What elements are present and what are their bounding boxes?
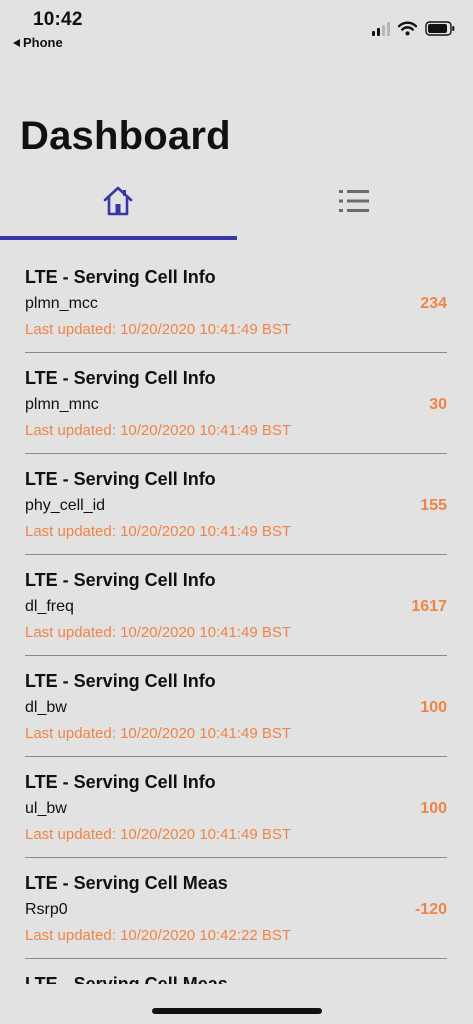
item-value: -120 bbox=[414, 901, 447, 918]
back-arrow-icon bbox=[13, 38, 20, 47]
cellular-signal-icon bbox=[372, 22, 390, 36]
back-to-phone-link[interactable]: Phone bbox=[13, 35, 63, 50]
status-icons bbox=[372, 18, 455, 36]
battery-icon bbox=[425, 21, 455, 36]
selected-tab-indicator bbox=[0, 236, 237, 240]
list-item[interactable]: LTE - Serving Cell Meas bbox=[25, 959, 447, 984]
status-time: 10:42 bbox=[33, 9, 83, 30]
item-title: LTE - Serving Cell Meas bbox=[25, 873, 228, 893]
list-item[interactable]: LTE - Serving Cell Info dl_freq 1617 Las… bbox=[25, 555, 447, 656]
status-bar: 10:42 Phone bbox=[0, 0, 473, 60]
back-link-label: Phone bbox=[23, 35, 63, 50]
item-value: 155 bbox=[420, 497, 447, 514]
item-key: dl_bw bbox=[25, 699, 67, 716]
item-updated: Last updated: 10/20/2020 10:42:22 BST bbox=[25, 927, 292, 944]
list-item[interactable]: LTE - Serving Cell Info phy_cell_id 155 … bbox=[25, 454, 447, 555]
item-key: plmn_mcc bbox=[25, 295, 98, 312]
item-value: 100 bbox=[420, 800, 447, 817]
item-title: LTE - Serving Cell Info bbox=[25, 267, 216, 287]
item-key: dl_freq bbox=[25, 598, 74, 615]
tab-bar bbox=[0, 165, 473, 241]
item-value: 100 bbox=[420, 699, 447, 716]
tab-home[interactable] bbox=[0, 165, 236, 237]
item-value: 234 bbox=[420, 295, 447, 312]
tab-list[interactable] bbox=[236, 165, 472, 237]
home-indicator-bar[interactable] bbox=[152, 1008, 322, 1014]
item-updated: Last updated: 10/20/2020 10:41:49 BST bbox=[25, 725, 292, 742]
item-updated: Last updated: 10/20/2020 10:41:49 BST bbox=[25, 826, 292, 843]
item-updated: Last updated: 10/20/2020 10:41:49 BST bbox=[25, 422, 292, 439]
item-updated: Last updated: 10/20/2020 10:41:49 BST bbox=[25, 523, 292, 540]
list-item[interactable]: LTE - Serving Cell Info plmn_mcc 234 Las… bbox=[25, 252, 447, 353]
list-item[interactable]: LTE - Serving Cell Info dl_bw 100 Last u… bbox=[25, 656, 447, 757]
page-title: Dashboard bbox=[20, 114, 231, 158]
item-title: LTE - Serving Cell Meas bbox=[25, 974, 228, 984]
dashboard-list[interactable]: LTE - Serving Cell Info plmn_mcc 234 Las… bbox=[25, 252, 447, 984]
item-value: 30 bbox=[429, 396, 447, 413]
item-value: 1617 bbox=[411, 598, 447, 615]
list-item[interactable]: LTE - Serving Cell Meas Rsrp0 -120 Last … bbox=[25, 858, 447, 959]
list-item[interactable]: LTE - Serving Cell Info plmn_mnc 30 Last… bbox=[25, 353, 447, 454]
item-key: Rsrp0 bbox=[25, 901, 68, 918]
item-updated: Last updated: 10/20/2020 10:41:49 BST bbox=[25, 624, 292, 641]
item-key: plmn_mnc bbox=[25, 396, 99, 413]
list-icon bbox=[339, 190, 369, 212]
item-updated: Last updated: 10/20/2020 10:41:49 BST bbox=[25, 321, 292, 338]
list-item[interactable]: LTE - Serving Cell Info ul_bw 100 Last u… bbox=[25, 757, 447, 858]
item-title: LTE - Serving Cell Info bbox=[25, 671, 216, 691]
item-key: phy_cell_id bbox=[25, 497, 106, 514]
home-icon bbox=[103, 186, 133, 216]
item-title: LTE - Serving Cell Info bbox=[25, 570, 216, 590]
item-key: ul_bw bbox=[25, 800, 67, 817]
item-title: LTE - Serving Cell Info bbox=[25, 772, 216, 792]
item-title: LTE - Serving Cell Info bbox=[25, 368, 216, 388]
wifi-icon bbox=[398, 21, 417, 36]
item-title: LTE - Serving Cell Info bbox=[25, 469, 216, 489]
